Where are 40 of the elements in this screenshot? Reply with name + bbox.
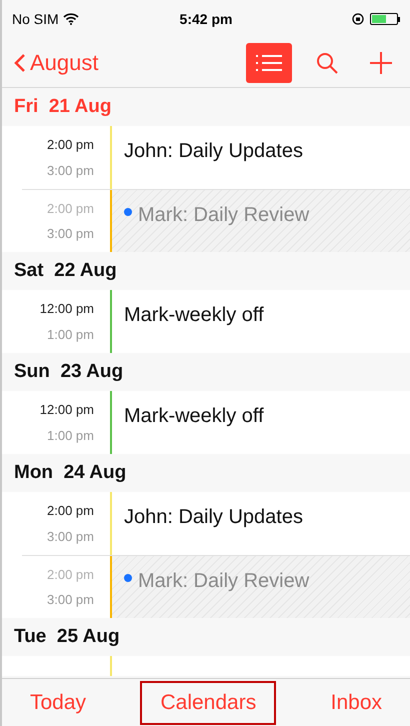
- list-icon: [255, 52, 283, 72]
- clock-label: 5:42 pm: [180, 10, 232, 29]
- start-time: 12:00 pm: [40, 401, 94, 419]
- start-time: 2:00 pm: [47, 136, 94, 154]
- event-title: Mark: Daily Review: [138, 569, 310, 594]
- list-view-button[interactable]: [246, 42, 292, 82]
- event-title: John: Daily Updates: [124, 505, 303, 530]
- day-header: Sat 22 Aug: [14, 258, 117, 283]
- rotation-lock-icon: [352, 13, 364, 25]
- add-button[interactable]: [368, 50, 394, 76]
- chevron-left-icon: [14, 52, 26, 72]
- tab-button[interactable]: Today: [10, 680, 106, 724]
- end-time: 3:00 pm: [47, 591, 94, 609]
- tab-button[interactable]: Calendars: [140, 680, 276, 724]
- day-header: Mon 24 Aug: [14, 460, 126, 485]
- start-time: 2:00 pm: [47, 502, 94, 520]
- day-header: Sun 23 Aug: [14, 360, 124, 384]
- event-block[interactable]: Mark: Daily Review: [110, 556, 410, 618]
- event-title: Mark: Daily Review: [138, 203, 310, 228]
- end-time: 1:00 pm: [47, 326, 94, 344]
- end-time: 3:00 pm: [47, 528, 94, 546]
- back-button[interactable]: August: [14, 46, 98, 79]
- event-block[interactable]: Mark: Daily Review: [110, 190, 410, 252]
- event-title: John: Daily Updates: [124, 139, 303, 164]
- tab-button[interactable]: Inbox: [310, 680, 402, 724]
- wifi-icon: [62, 13, 79, 25]
- event-title: Mark-weekly off: [124, 404, 264, 429]
- start-time: 2:00 pm: [47, 566, 94, 584]
- end-time: 1:00 pm: [47, 426, 94, 445]
- event-title: Mark-weekly off: [124, 303, 264, 328]
- day-header: Fri 21 Aug: [14, 94, 112, 119]
- end-time: 3:00 pm: [47, 162, 94, 180]
- start-time: 12:00 pm: [40, 300, 94, 318]
- start-time: 2:00 pm: [47, 200, 94, 218]
- end-time: 3:00 pm: [47, 225, 94, 243]
- search-icon: [315, 50, 339, 74]
- plus-icon: [369, 50, 393, 74]
- battery-icon: [370, 13, 400, 25]
- carrier-label: No SIM: [12, 10, 59, 28]
- day-header: Tue 25 Aug: [14, 624, 120, 649]
